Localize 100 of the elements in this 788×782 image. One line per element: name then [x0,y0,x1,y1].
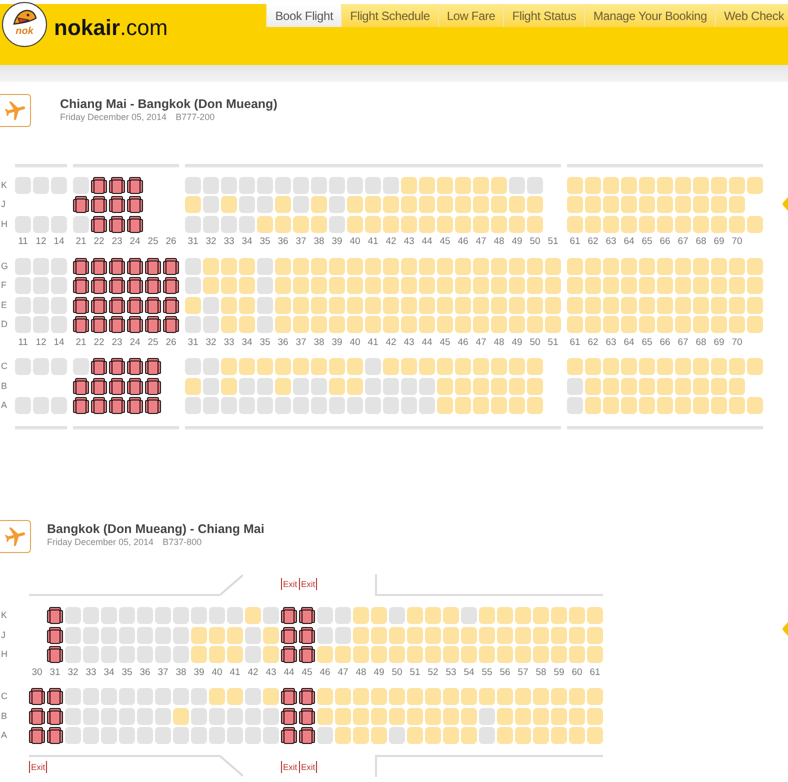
seat-button[interactable] [221,378,237,394]
seat-button[interactable] [491,258,507,274]
seat-button[interactable] [693,358,709,375]
seat-button[interactable] [257,216,273,232]
seat-button[interactable] [353,727,369,744]
seat-button[interactable] [545,296,561,314]
seat-button[interactable] [693,258,709,274]
seat-button[interactable] [675,176,691,194]
seat-button[interactable] [551,646,567,663]
seat-button[interactable] [675,277,691,294]
seat-button[interactable] [473,378,489,394]
seat-button[interactable] [221,258,237,274]
seat-button[interactable] [585,196,601,213]
seat-button[interactable] [401,316,417,333]
seat-button[interactable] [639,316,655,333]
seat-button[interactable] [497,727,513,744]
seat-button[interactable] [585,176,601,194]
seat-button[interactable] [509,358,525,375]
seat-button[interactable] [497,688,513,705]
seat-button[interactable] [729,216,745,232]
seat-button[interactable] [437,216,453,232]
seat-button[interactable] [657,216,673,232]
seat-button[interactable] [461,626,477,644]
seat-button[interactable] [443,626,459,644]
seat-button[interactable] [639,176,655,194]
seat-button[interactable] [729,358,745,375]
seat-button[interactable] [585,316,601,333]
seat-button[interactable] [275,358,291,375]
seat-button[interactable] [293,216,309,232]
nav-tab[interactable]: Flight Schedule [341,4,438,27]
seat-button[interactable] [365,196,381,213]
seat-button[interactable] [675,358,691,375]
seat-button[interactable] [389,626,405,644]
seat-button[interactable] [603,196,619,213]
seat-button[interactable] [437,196,453,213]
seat-button[interactable] [693,216,709,232]
seat-button[interactable] [603,378,619,394]
seat-button[interactable] [585,358,601,375]
seat-button[interactable] [569,646,585,663]
seat-button[interactable] [587,688,603,705]
seat-button[interactable] [419,196,435,213]
seat-button[interactable] [239,277,255,294]
seat-button[interactable] [711,196,727,213]
seat-button[interactable] [443,646,459,663]
seat-button[interactable] [569,727,585,744]
seat-button[interactable] [311,358,327,375]
seat-button[interactable] [473,176,489,194]
seat-button[interactable] [585,216,601,232]
seat-button[interactable] [311,216,327,232]
seat-button[interactable] [317,708,333,724]
seat-button[interactable] [347,358,363,375]
seat-button[interactable] [533,688,549,705]
seat-button[interactable] [569,688,585,705]
seat-button[interactable] [491,378,507,394]
seat-button[interactable] [533,607,549,624]
seat-button[interactable] [675,296,691,314]
seat-button[interactable] [567,316,583,333]
seat-button[interactable] [221,316,237,333]
seat-button[interactable] [747,176,763,194]
seat-button[interactable] [585,296,601,314]
seat-button[interactable] [491,316,507,333]
seat-button[interactable] [455,258,471,274]
seat-button[interactable] [533,727,549,744]
seat-button[interactable] [567,216,583,232]
seat-button[interactable] [729,316,745,333]
seat-button[interactable] [419,258,435,274]
seat-button[interactable] [389,688,405,705]
seat-button[interactable] [603,258,619,274]
seat-button[interactable] [443,688,459,705]
seat-button[interactable] [443,607,459,624]
seat-button[interactable] [443,708,459,724]
seat-button[interactable] [257,358,273,375]
seat-button[interactable] [455,358,471,375]
seat-button[interactable] [621,316,637,333]
seat-button[interactable] [491,296,507,314]
seat-button[interactable] [639,296,655,314]
seat-button[interactable] [455,216,471,232]
seat-button[interactable] [239,316,255,333]
seat-button[interactable] [567,277,583,294]
seat-button[interactable] [527,258,543,274]
seat-button[interactable] [437,378,453,394]
seat-button[interactable] [621,397,637,414]
seat-button[interactable] [603,397,619,414]
seat-button[interactable] [639,196,655,213]
seat-button[interactable] [693,316,709,333]
seat-button[interactable] [509,258,525,274]
seat-button[interactable] [567,176,583,194]
seat-button[interactable] [497,646,513,663]
seat-button[interactable] [353,607,369,624]
seat-button[interactable] [173,708,189,724]
seat-button[interactable] [329,277,345,294]
seat-button[interactable] [509,316,525,333]
seat-button[interactable] [551,727,567,744]
seat-button[interactable] [437,176,453,194]
seat-button[interactable] [533,646,549,663]
seat-button[interactable] [455,378,471,394]
seat-button[interactable] [497,607,513,624]
seat-button[interactable] [455,196,471,213]
seat-button[interactable] [621,378,637,394]
seat-button[interactable] [419,216,435,232]
